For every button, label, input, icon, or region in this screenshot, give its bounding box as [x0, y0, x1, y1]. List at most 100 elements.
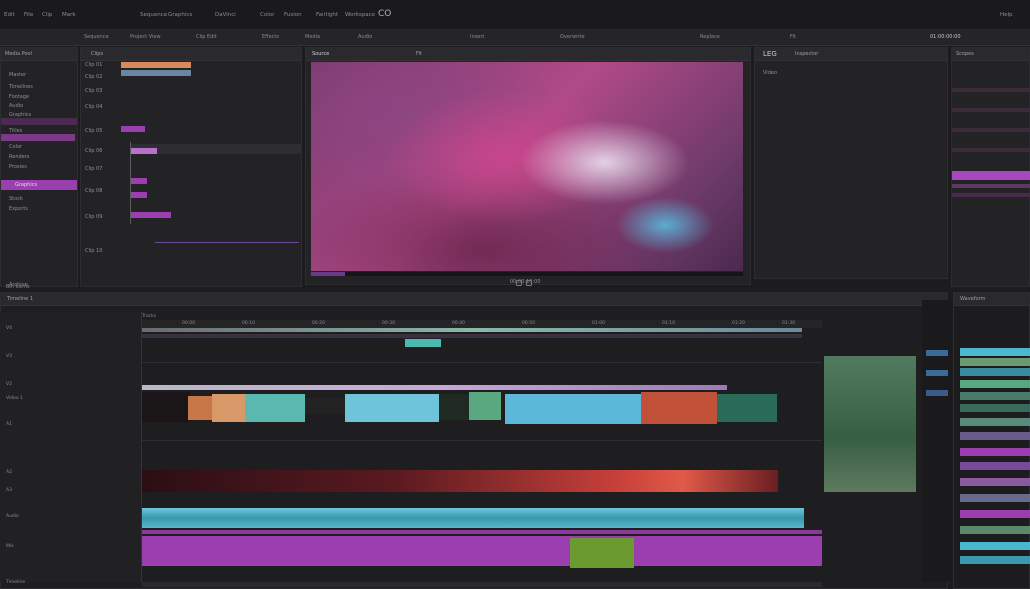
- menu-workspace[interactable]: Workspace: [345, 12, 375, 18]
- clip-audio-purple-top[interactable]: [142, 530, 822, 534]
- track-label[interactable]: Video 1: [6, 396, 23, 401]
- folder-item[interactable]: Proxies: [9, 164, 27, 170]
- viewer-title: Source: [312, 51, 330, 57]
- track-label[interactable]: Mix: [6, 544, 14, 549]
- clip-bar-orange[interactable]: [121, 62, 191, 68]
- scope-clip: [960, 462, 1030, 470]
- clip-bar-purple-4[interactable]: [131, 212, 171, 218]
- folder-item[interactable]: Exports: [9, 206, 28, 212]
- toolbar-clip-edit[interactable]: Clip Edit: [196, 34, 217, 40]
- viewer-scrubber[interactable]: [311, 272, 743, 276]
- menu-edit[interactable]: Edit: [4, 12, 15, 18]
- clip-audio-red[interactable]: [142, 470, 778, 492]
- clip-row[interactable]: Clip 10: [85, 248, 102, 254]
- menu-clip[interactable]: Clip: [42, 12, 52, 18]
- toolbar-replace[interactable]: Replace: [700, 34, 720, 40]
- menu-fairlight[interactable]: Fairlight: [316, 12, 338, 18]
- clip-row[interactable]: Clip 01: [85, 62, 102, 68]
- scope-selected-row[interactable]: [952, 171, 1030, 180]
- clip-video-cyan[interactable]: [345, 394, 439, 422]
- folder-selected[interactable]: Graphics: [1, 180, 77, 190]
- clip-row[interactable]: Clip 04: [85, 104, 102, 110]
- folder-item[interactable]: Master: [9, 72, 26, 78]
- play-icon[interactable]: [516, 280, 522, 286]
- clip-row[interactable]: Clip 02: [85, 74, 102, 80]
- toolbar-project-view[interactable]: Project View: [130, 34, 161, 40]
- clip-row[interactable]: Clip 06: [85, 148, 102, 154]
- menu-help[interactable]: Help: [1000, 12, 1013, 18]
- clip-video-blue[interactable]: [505, 394, 641, 424]
- clip-video-red[interactable]: [641, 392, 717, 424]
- track-label[interactable]: V3: [6, 354, 12, 359]
- clip-video-teal[interactable]: [245, 394, 305, 422]
- clip-video-orange-2[interactable]: [212, 394, 246, 422]
- toolbar-fit[interactable]: Fit: [790, 34, 796, 40]
- menu-mark[interactable]: Mark: [62, 12, 76, 18]
- track-label[interactable]: A3: [6, 488, 12, 493]
- scope-row: [952, 108, 1030, 112]
- clip-row[interactable]: Clip 08: [85, 188, 102, 194]
- scopes-header: Scopes: [952, 48, 1029, 61]
- inspector-tab[interactable]: Inspector: [795, 51, 818, 57]
- clip-audio-green[interactable]: [570, 538, 634, 568]
- clip-bar-pink[interactable]: [131, 148, 157, 154]
- track-label[interactable]: Audio: [6, 514, 19, 519]
- clip-bar-purple[interactable]: [121, 126, 145, 132]
- clip-row[interactable]: Clip 09: [85, 214, 102, 220]
- scope-clip: [960, 432, 1030, 440]
- clip-audio-purple[interactable]: [142, 536, 822, 566]
- clip-row[interactable]: Clip 05: [85, 128, 102, 134]
- clip-v4-dark[interactable]: [142, 334, 802, 338]
- toolbar-sequence[interactable]: Sequence: [84, 34, 109, 40]
- menu-sequence[interactable]: Sequence: [140, 12, 167, 18]
- ruler-mark: 01:20: [732, 321, 745, 326]
- toolbar-media[interactable]: Media: [305, 34, 320, 40]
- folder-item[interactable]: Timelines: [9, 84, 33, 90]
- toolbar-insert[interactable]: Insert: [470, 34, 484, 40]
- clip-video-darkgreen[interactable]: [439, 394, 469, 420]
- clip-row[interactable]: Clip 07: [85, 166, 102, 172]
- menu-davinci[interactable]: DaVinci: [215, 12, 236, 18]
- track-label[interactable]: V4: [6, 326, 12, 331]
- track-label[interactable]: A2: [6, 470, 12, 475]
- viewer-header: Source Fit: [306, 48, 750, 61]
- toolbar-overwrite[interactable]: Overwrite: [560, 34, 585, 40]
- scope-clip: [960, 348, 1030, 356]
- clip-audio-teal[interactable]: [142, 508, 804, 528]
- clip-video-green[interactable]: [469, 392, 501, 420]
- scopes-tab[interactable]: Waveform: [960, 296, 985, 302]
- clip-side-green[interactable]: [824, 356, 916, 492]
- clip-video-dark[interactable]: [142, 392, 190, 422]
- menu-graphics[interactable]: Graphics: [168, 12, 192, 18]
- toolbar-audio[interactable]: Audio: [358, 34, 372, 40]
- timeline-header-label: Tracks: [142, 314, 157, 319]
- timeline-ruler[interactable]: 00:00 00:10 00:20 00:30 00:40 00:50 01:0…: [142, 320, 822, 328]
- menu-color[interactable]: Color: [260, 12, 274, 18]
- clip-bar-purple-3[interactable]: [131, 192, 147, 198]
- clip-v2-light[interactable]: [142, 385, 727, 390]
- clip-v4-strip[interactable]: [142, 328, 802, 332]
- folder-item[interactable]: Stock: [9, 196, 23, 202]
- stop-icon[interactable]: [526, 280, 532, 286]
- scope-clip: [960, 526, 1030, 534]
- viewer-image[interactable]: [311, 62, 743, 271]
- track-label[interactable]: A1: [6, 422, 12, 427]
- folder-item[interactable]: Color: [9, 144, 22, 150]
- menu-file[interactable]: File: [24, 12, 33, 18]
- track-label[interactable]: V2: [6, 382, 12, 387]
- clip-row[interactable]: Clip 03: [85, 88, 102, 94]
- clip-video-darkteal[interactable]: [717, 394, 777, 422]
- clip-bar-blue[interactable]: [121, 70, 191, 76]
- clip-bar-purple-2[interactable]: [131, 178, 147, 184]
- folder-item[interactable]: Audio: [9, 103, 23, 109]
- media-pool-panel: Media Pool Master Timelines Footage Audi…: [0, 47, 78, 288]
- viewer-zoom[interactable]: Fit: [416, 51, 422, 57]
- clip-video-orange[interactable]: [188, 396, 214, 420]
- timeline-scrollbar[interactable]: [142, 582, 822, 587]
- toolbar-effects[interactable]: Effects: [262, 34, 279, 40]
- menu-fusion[interactable]: Fusion: [284, 12, 302, 18]
- folder-item[interactable]: Renders: [9, 154, 29, 160]
- clip-v3-teal[interactable]: [405, 339, 441, 347]
- folder-item[interactable]: Footage: [9, 94, 29, 100]
- clip-video-black[interactable]: [305, 398, 345, 414]
